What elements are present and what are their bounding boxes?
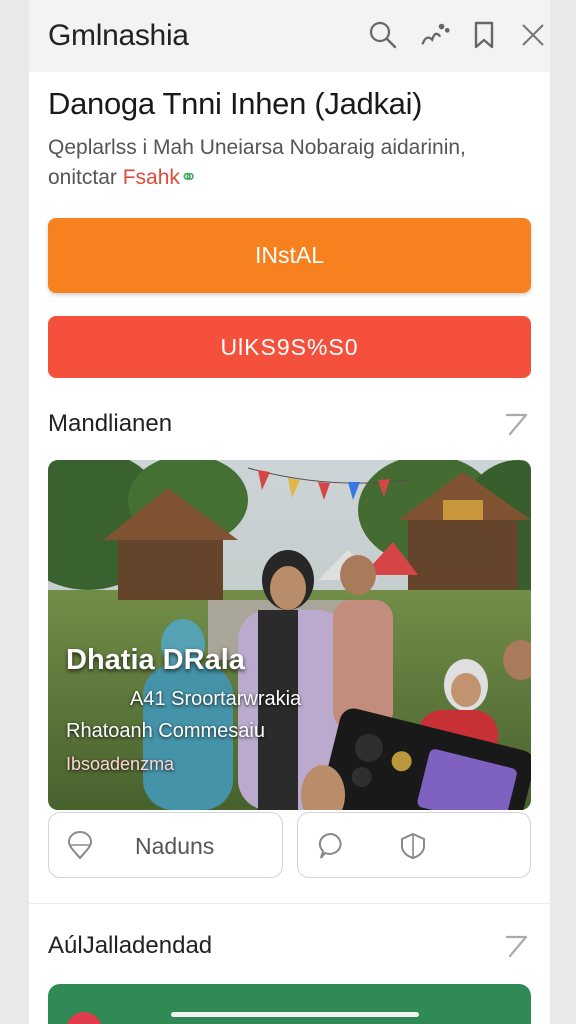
uninstall-button[interactable]: UlKS9S%S0 [48, 316, 531, 378]
app-description: Qeplarlss i Mah Uneiarsa Nobaraig aidari… [48, 133, 528, 193]
home-indicator[interactable] [171, 1012, 419, 1017]
shield-icon [401, 832, 425, 860]
related-app-icon [66, 1012, 102, 1024]
top-bar: Gmlnashia [29, 0, 550, 72]
media-section-title: Mandlianen [48, 410, 173, 437]
app-title: Danoga Tnni Inhen (Jadkai) [48, 86, 423, 121]
media-action-left-button[interactable]: Naduns [48, 812, 283, 878]
share-icon[interactable] [419, 18, 451, 52]
section-divider [29, 903, 550, 904]
media-overlay-subtitle-3: Ibsoadenzma [66, 754, 175, 774]
search-icon[interactable] [367, 18, 399, 52]
description-highlight: Fsahk [122, 166, 180, 189]
description-prefix: onitctar [48, 166, 123, 189]
related-section-title: AúlJalladendad [48, 932, 213, 959]
arrow-icon[interactable] [502, 410, 530, 438]
arrow-icon[interactable] [502, 932, 530, 960]
bookmark-icon[interactable] [468, 18, 500, 52]
leaf-icon: ⚭ [179, 166, 198, 189]
media-overlay-subtitle-1: A41 Sroortarwrakia [130, 688, 302, 710]
media-overlay-title: Dhatia DRala [66, 644, 245, 676]
app-screen: Gmlnashia Danoga Tnni Inhen (Jadkai) Qep… [29, 0, 550, 1024]
description-line-1: Qeplarlss i Mah Uneiarsa Nobaraig aidari… [48, 136, 466, 159]
media-screenshot[interactable]: Dhatia DRala A41 Sroortarwrakia Rhatoanh… [48, 460, 531, 810]
chat-bubble-icon [318, 832, 342, 859]
description-line-2: onitctar Fsahk⚭ [48, 163, 528, 193]
close-icon[interactable] [517, 18, 549, 52]
media-action-left-label: Naduns [135, 833, 215, 859]
media-action-right-button[interactable] [297, 812, 531, 878]
related-app-card[interactable] [48, 984, 531, 1024]
location-pin-icon [67, 831, 93, 860]
install-button[interactable]: INstAL [48, 218, 531, 293]
app-name: Gmlnashia [48, 19, 189, 52]
media-overlay-subtitle-2: Rhatoanh Commesaiu [66, 720, 265, 742]
